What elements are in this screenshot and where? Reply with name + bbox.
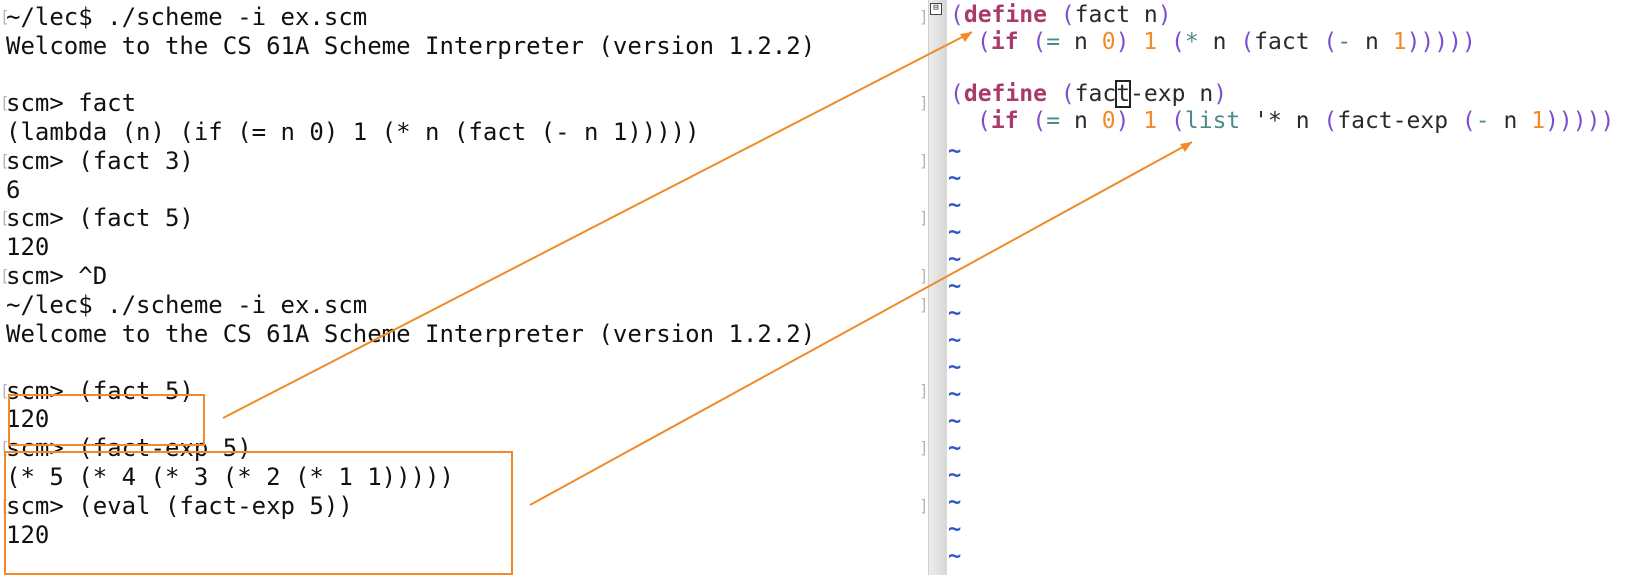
connector-arrow-fact [222,31,973,419]
annotation-overlay [222,31,1193,506]
connector-arrow-fact-exp [529,141,1193,506]
